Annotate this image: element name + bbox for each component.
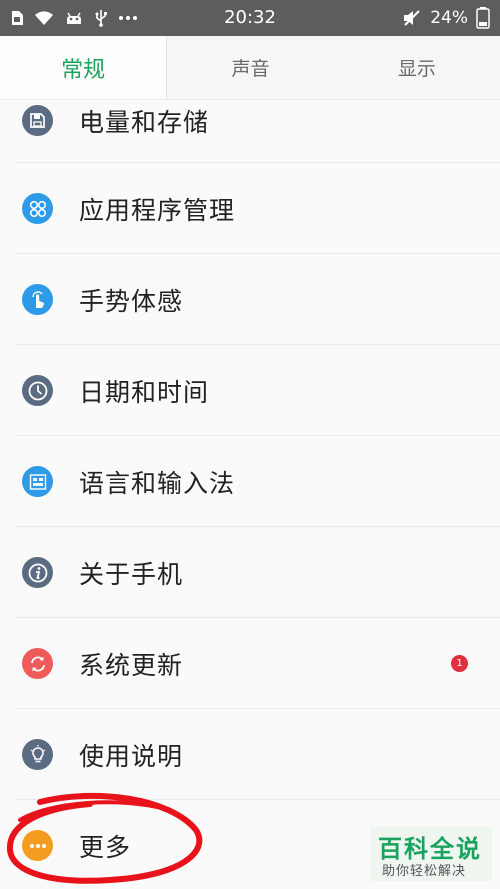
settings-item-about[interactable]: 关于手机 <box>0 527 500 618</box>
clock-icon <box>22 375 53 406</box>
settings-item-manual[interactable]: 使用说明 <box>0 709 500 800</box>
tab-display[interactable]: 显示 <box>334 36 500 99</box>
tab-sound[interactable]: 声音 <box>167 36 333 99</box>
gesture-icon <box>22 284 53 315</box>
mute-icon <box>402 9 422 27</box>
settings-item-label: 使用说明 <box>79 741 184 771</box>
keyboard-icon <box>22 466 53 497</box>
settings-item-label: 日期和时间 <box>79 377 210 407</box>
watermark: 百科全说 助你轻松解决 <box>370 827 492 881</box>
settings-item-date-time[interactable]: 日期和时间 <box>0 345 500 436</box>
settings-item-label: 应用程序管理 <box>79 195 236 225</box>
status-right-icons: 24% <box>402 0 490 36</box>
status-bar: 20:32 24% <box>0 0 500 36</box>
settings-tabs: 常规 声音 显示 <box>0 36 500 100</box>
update-icon <box>22 648 53 679</box>
settings-item-storage[interactable]: 电量和存储 <box>0 100 500 163</box>
watermark-title: 百科全说 <box>378 835 482 863</box>
storage-icon <box>22 105 53 136</box>
settings-item-apps[interactable]: 应用程序管理 <box>0 163 500 254</box>
settings-item-label: 语言和输入法 <box>79 468 236 498</box>
settings-item-system-update[interactable]: 系统更新 1 <box>0 618 500 709</box>
update-badge: 1 <box>451 655 468 672</box>
settings-item-label: 关于手机 <box>79 559 184 589</box>
settings-item-gesture[interactable]: 手势体感 <box>0 254 500 345</box>
settings-item-label: 更多 <box>79 832 132 862</box>
settings-item-language[interactable]: 语言和输入法 <box>0 436 500 527</box>
battery-icon <box>476 7 490 29</box>
settings-item-label: 手势体感 <box>79 286 184 316</box>
bulb-icon <box>22 739 53 770</box>
info-icon <box>22 557 53 588</box>
settings-item-label: 系统更新 <box>79 650 184 680</box>
settings-list: 电量和存储 应用程序管理 手势体感 日期和时间 语言和输入法 关于手机 系统更新… <box>0 100 500 889</box>
settings-item-label: 电量和存储 <box>79 108 210 137</box>
tab-general[interactable]: 常规 <box>0 36 168 99</box>
apps-icon <box>22 193 53 224</box>
battery-percent: 24% <box>430 8 468 28</box>
more-icon <box>22 830 53 861</box>
watermark-subtitle: 助你轻松解决 <box>382 864 467 879</box>
